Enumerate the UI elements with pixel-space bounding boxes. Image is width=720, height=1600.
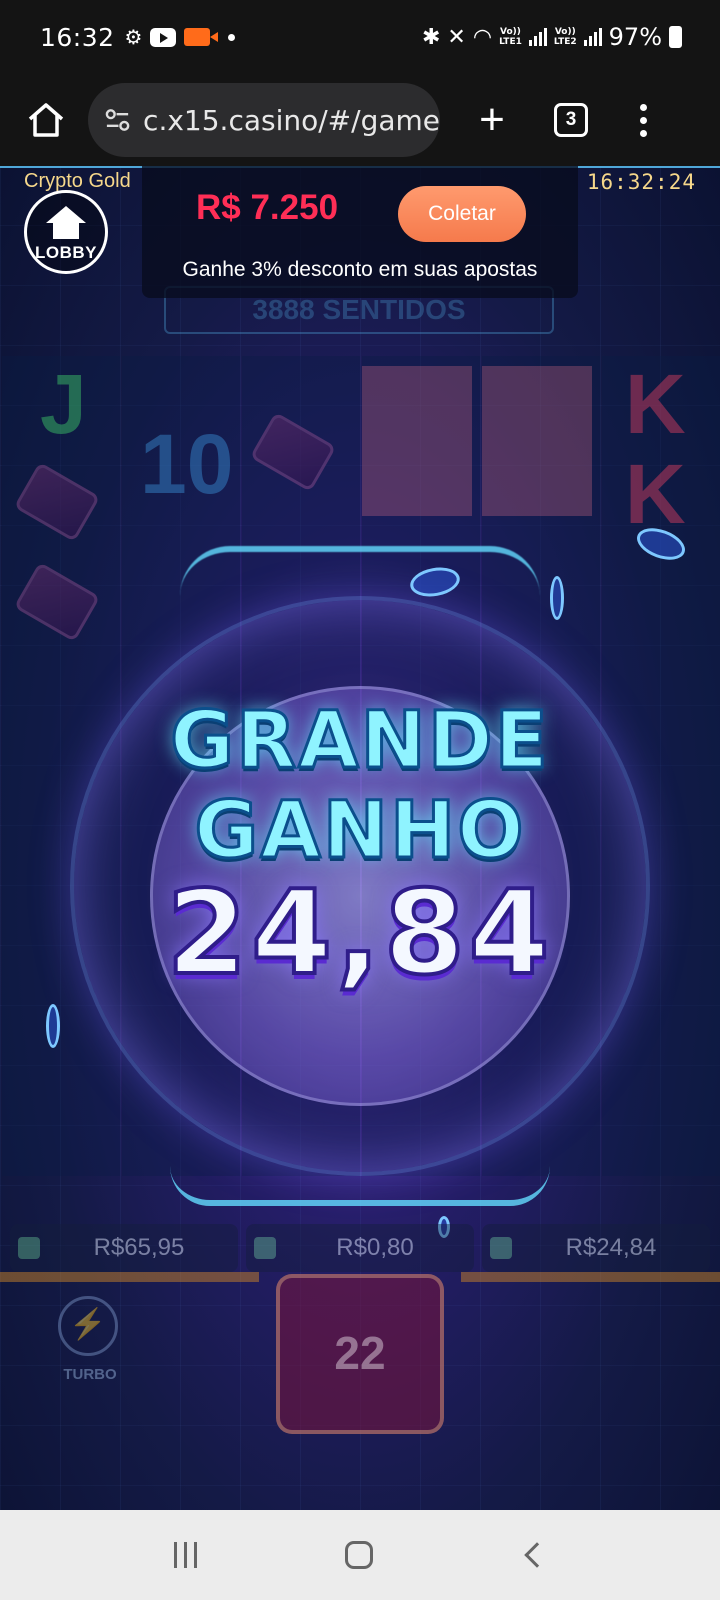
- lobby-label: LOBBY: [35, 243, 97, 262]
- glow-arc-bottom: [170, 1166, 550, 1206]
- lightning-icon: ⚡: [69, 1308, 107, 1341]
- spins-remaining: 22: [334, 1327, 386, 1379]
- win-amount: 24,84: [165, 864, 554, 1003]
- signal-icon: [528, 28, 547, 46]
- coin-spark: [550, 576, 564, 620]
- lte2-label: Vo)) LTE2: [553, 27, 577, 47]
- reel-symbol-k: K: [625, 357, 686, 451]
- youtube-icon: [150, 27, 177, 47]
- lobby-home-icon: [46, 206, 86, 239]
- win-title-line1: GRANDE: [169, 695, 550, 788]
- win-title-line2: GANHO: [193, 785, 526, 878]
- turbo-label: TURBO: [63, 1366, 117, 1383]
- wifi-icon: ◠: [472, 24, 493, 50]
- screen-record-icon: [184, 28, 219, 46]
- bluetooth-icon: ✱: [421, 24, 441, 50]
- win-stat: R$24,84: [482, 1224, 710, 1272]
- notification-dot-icon: [228, 33, 236, 41]
- pickaxe-symbol: [482, 366, 592, 516]
- signal-icon: [583, 28, 602, 46]
- tab-count: 3: [565, 109, 577, 130]
- browser-toolbar: c.x15.casino/#/game + 3: [0, 74, 720, 166]
- promo-subtitle: Ganhe 3% desconto em suas apostas: [182, 258, 538, 281]
- home-icon[interactable]: [26, 100, 66, 140]
- lobby-button[interactable]: LOBBY: [24, 190, 108, 274]
- robot-icon: ⚙: [124, 25, 143, 49]
- bet-value: R$0,80: [336, 1234, 414, 1261]
- home-icon[interactable]: [345, 1541, 374, 1569]
- status-bar: 16:32 ⚙ ✱ ✕ ◠ Vo)) LTE1 Vo)) LTE2 97%: [0, 0, 720, 74]
- status-time: 16:32: [40, 22, 115, 52]
- reel-symbol-10: 10: [140, 417, 234, 511]
- new-tab-icon[interactable]: +: [472, 98, 512, 142]
- address-bar[interactable]: c.x15.casino/#/game: [88, 83, 440, 157]
- mute-icon: ✕: [447, 24, 466, 50]
- site-settings-icon[interactable]: [104, 106, 131, 134]
- balance-stat: R$65,95: [10, 1224, 238, 1272]
- tabs-button[interactable]: 3: [554, 103, 588, 137]
- promo-amount: R$ 7.250: [196, 188, 339, 227]
- status-icons-right: ✱ ✕ ◠ Vo)) LTE1 Vo)) LTE2 97%: [422, 23, 682, 51]
- menu-icon[interactable]: [640, 103, 648, 137]
- url-text: c.x15.casino/#/game: [143, 103, 440, 137]
- reel-symbol-j: J: [40, 357, 87, 451]
- coins-icon: [254, 1237, 276, 1259]
- back-icon[interactable]: [524, 1542, 550, 1568]
- battery-percent: 97%: [608, 23, 662, 51]
- wallet-icon: [18, 1237, 40, 1259]
- system-nav-bar: [0, 1510, 720, 1600]
- collect-button[interactable]: Coletar: [398, 186, 526, 242]
- spin-button[interactable]: 22: [276, 1274, 444, 1434]
- battery-charging-icon: [669, 26, 682, 48]
- balance-value: R$65,95: [93, 1234, 185, 1261]
- lte1-label: Vo)) LTE1: [499, 27, 522, 47]
- win-value: R$24,84: [565, 1234, 657, 1261]
- bet-stat: R$0,80: [246, 1224, 474, 1272]
- coin-spark: [46, 1004, 60, 1048]
- recent-apps-icon[interactable]: [174, 1542, 198, 1568]
- promo-banner: R$ 7.250 Coletar Ganhe 3% desconto em su…: [142, 166, 578, 298]
- win-icon: [490, 1237, 512, 1259]
- glow-arc-top: [180, 546, 540, 596]
- stats-bar: R$65,95 R$0,80 R$24,84: [10, 1224, 710, 1272]
- game-name: Crypto Gold: [24, 170, 131, 192]
- game-canvas[interactable]: J 10 K K Crypto Gold 16:32:24 LOBBY 3888…: [0, 166, 720, 1510]
- pickaxe-symbol: [362, 366, 472, 516]
- game-clock: 16:32:24: [586, 170, 696, 194]
- turbo-button[interactable]: ⚡: [58, 1296, 118, 1356]
- status-icons-left: ⚙: [125, 25, 236, 49]
